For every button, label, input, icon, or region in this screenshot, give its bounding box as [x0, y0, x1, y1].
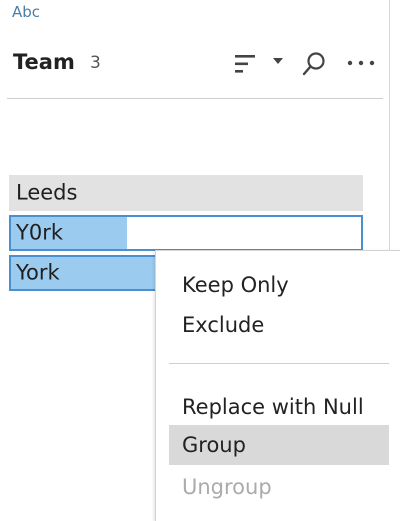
menu-item-group[interactable]: Group: [169, 425, 389, 465]
value-label: Leeds: [16, 180, 78, 205]
menu-item-replace-with-null[interactable]: Replace with Null: [169, 387, 389, 427]
caret-down-icon[interactable]: [271, 56, 285, 66]
menu-separator: [169, 363, 389, 364]
search-icon[interactable]: [301, 50, 327, 78]
menu-item-keep-only[interactable]: Keep Only: [169, 265, 389, 305]
context-menu: Keep Only Exclude Replace with Null Grou…: [155, 250, 400, 521]
more-options-icon[interactable]: [346, 58, 376, 68]
menu-item-exclude[interactable]: Exclude: [169, 305, 389, 345]
field-type-label: Abc: [12, 3, 41, 21]
field-name: Team: [13, 50, 75, 74]
value-row-leeds[interactable]: Leeds: [9, 175, 363, 211]
value-label: York: [16, 260, 60, 285]
menu-item-ungroup: Ungroup: [182, 475, 272, 499]
sort-bars-icon[interactable]: [233, 52, 257, 76]
panel-right-border: [389, 0, 390, 250]
header-divider: [7, 98, 383, 99]
value-row-y0rk[interactable]: Y0rk: [9, 215, 363, 251]
value-count: 3: [90, 53, 101, 73]
value-label: Y0rk: [16, 220, 63, 245]
